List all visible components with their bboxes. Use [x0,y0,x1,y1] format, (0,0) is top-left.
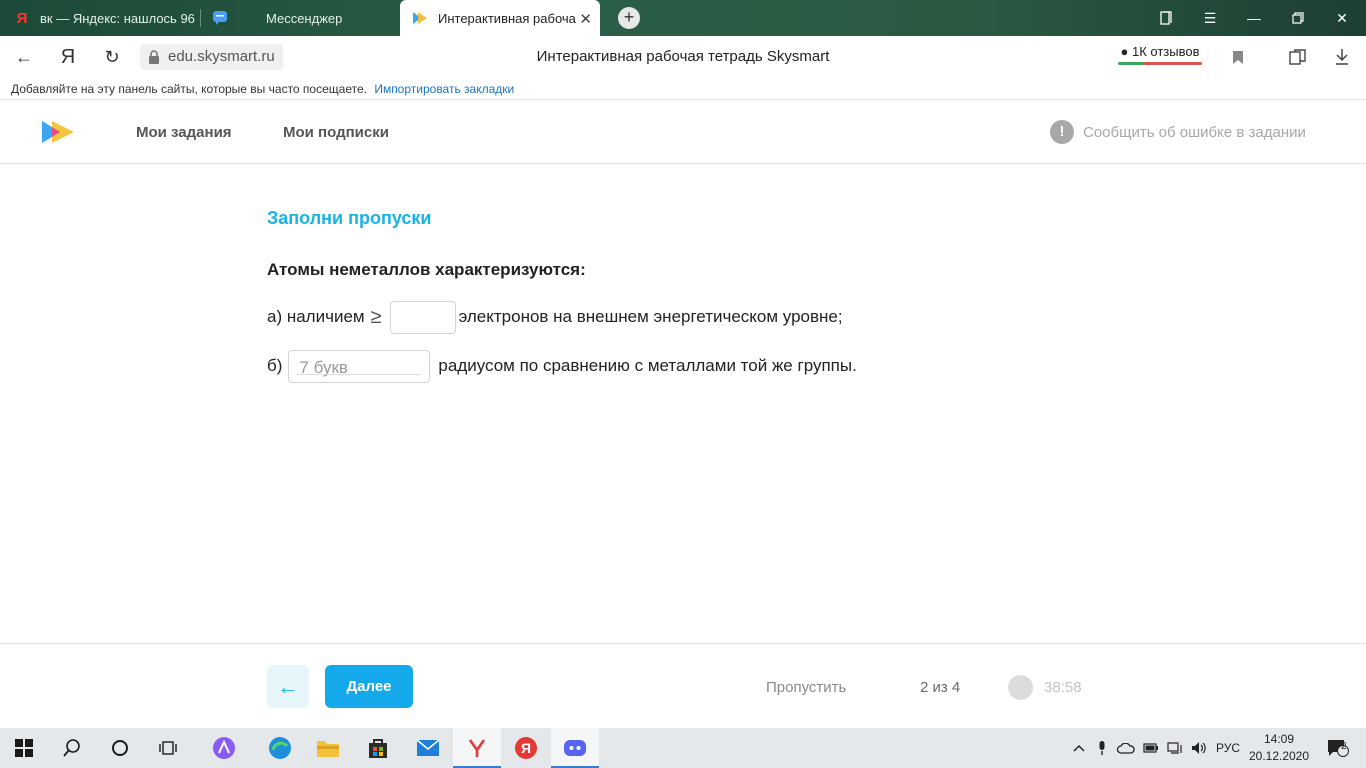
task-line-b: б) 7 букв радиусом по сравнению с металл… [267,349,857,383]
line-a-suffix: электронов на внешнем энергетическом уро… [458,307,843,326]
previous-task-button[interactable]: ← [267,665,309,708]
task-title: Заполни пропуски [267,208,432,228]
svg-text:Я: Я [521,740,531,756]
bookmarks-bar: Добавляйте на эту панель сайты, которые … [0,78,1366,100]
tab-yandex-search[interactable]: Я вк — Яндекс: нашлось 96 [8,0,200,36]
close-window-icon[interactable]: ✕ [1320,0,1364,36]
nav-my-subscriptions[interactable]: Мои подписки [283,124,389,141]
task-progress: 2 из 4 [920,679,961,696]
tray-expand-icon[interactable] [1068,728,1090,768]
network-icon[interactable] [1164,728,1186,768]
reviews-badge[interactable]: ● 1К отзывов [1118,43,1202,65]
speech-bubble-icon: ● [1120,44,1129,59]
yandex-app-icon[interactable]: Я [502,728,550,768]
nav-my-tasks[interactable]: Мои задания [136,124,232,141]
windows-start-icon[interactable] [0,728,48,768]
tab-label: Интерактивная рабоча [438,10,576,26]
onedrive-icon[interactable] [1114,728,1138,768]
task-question: Атомы неметаллов характеризуются: [267,260,586,279]
system-clock[interactable]: 14:09 20.12.2020 [1244,731,1314,765]
messenger-icon [212,10,228,26]
collections-icon[interactable] [1286,46,1310,68]
line-b-suffix: радиусом по сравнению с металлами той же… [438,356,857,375]
download-icon[interactable] [1330,46,1354,68]
menu-icon[interactable]: ☰ [1188,0,1232,36]
input-language[interactable]: РУС [1212,728,1244,768]
blank-electron-count-input[interactable] [389,300,456,334]
exclamation-icon: ! [1050,120,1074,144]
site-header: Мои задания Мои подписки ! Сообщить об о… [0,100,1366,164]
new-tab-button[interactable]: + [618,7,640,29]
clock-time: 14:09 [1263,732,1295,746]
arrow-left-icon: ← [277,673,299,699]
bookmark-icon[interactable] [1226,46,1250,68]
tab-divider [200,9,201,27]
notification-center-icon[interactable]: 2 [1320,728,1356,768]
clock-icon [1008,675,1033,700]
task-line-a: а) наличием ≥ электронов на внешнем энер… [267,300,843,334]
edge-browser-icon[interactable] [256,728,304,768]
line-a-prefix: а) наличием [267,307,365,326]
tab-label: Мессенджер [266,10,343,26]
yandex-icon: Я [16,9,28,27]
reviews-rating-bar [1118,62,1202,65]
blank-underline [297,373,422,375]
timer: 38:58 [1044,679,1082,696]
alice-assistant-icon[interactable] [200,728,248,768]
microphone-icon[interactable] [1092,728,1112,768]
close-tab-icon[interactable]: ✕ [579,10,592,28]
address-bar: ← Я ↻ edu.skysmart.ru Интерактивная рабо… [0,36,1366,78]
tab-label: вк — Яндекс: нашлось 96 [40,10,195,26]
file-explorer-icon[interactable] [304,728,352,768]
browser-tab-strip: Я вк — Яндекс: нашлось 96 Мессенджер Инт… [0,0,1366,36]
discord-icon[interactable] [551,728,599,768]
tab-messenger[interactable]: Мессенджер [204,0,394,36]
import-bookmarks-link[interactable]: Импортировать закладки [374,82,514,96]
line-b-prefix: б) [267,356,283,375]
restore-icon[interactable] [1276,0,1320,36]
greater-equal-sign: ≥ [370,305,382,328]
bookmarks-hint: Добавляйте на эту панель сайты, которые … [11,82,367,96]
mail-icon[interactable] [404,728,452,768]
tab-skysmart-active[interactable]: Интерактивная рабоча ✕ [400,0,600,36]
bookmarks-panel-icon[interactable] [1144,0,1188,36]
report-error-label: Сообщить об ошибке в задании [1083,123,1306,141]
task-footer: ← Далее Пропустить 2 из 4 38:58 [0,643,1366,728]
skysmart-favicon-icon [412,10,428,26]
task-view-icon[interactable] [144,728,192,768]
battery-icon[interactable] [1140,728,1162,768]
search-icon[interactable] [48,728,96,768]
next-button[interactable]: Далее [325,665,413,708]
yandex-browser-taskbar-icon[interactable] [453,728,501,768]
store-icon[interactable] [354,728,402,768]
report-error-link[interactable]: ! Сообщить об ошибке в задании [1050,120,1306,144]
blank-word-input[interactable]: 7 букв [288,349,431,383]
skysmart-logo-icon[interactable] [40,119,76,145]
cortana-icon[interactable] [96,728,144,768]
windows-taskbar: Я РУС 14:09 20.12.2020 2 [0,728,1366,768]
volume-icon[interactable] [1188,728,1210,768]
clock-date: 20.12.2020 [1248,749,1310,763]
minimize-icon[interactable]: — [1232,0,1276,36]
notification-count: 2 [1341,741,1347,752]
reviews-label: 1К отзывов [1131,44,1200,59]
skip-button[interactable]: Пропустить [766,679,846,696]
